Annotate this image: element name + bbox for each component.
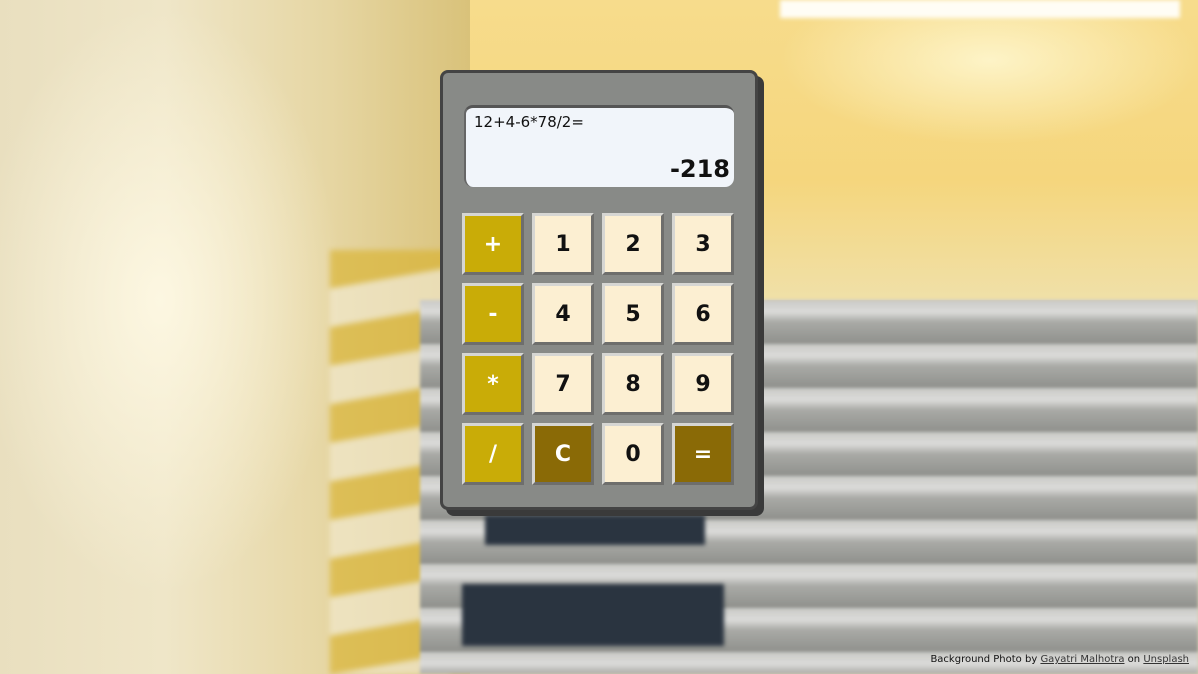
credit-prefix: Background Photo by: [930, 654, 1041, 665]
clear-button[interactable]: C: [532, 423, 594, 485]
equals-button[interactable]: =: [672, 423, 734, 485]
digit-0-button[interactable]: 0: [602, 423, 664, 485]
digit-6-button[interactable]: 6: [672, 283, 734, 345]
background-ceiling-light: [780, 0, 1180, 18]
expression-text: 12+4-6*78/2=: [474, 113, 584, 131]
digit-7-button[interactable]: 7: [532, 353, 594, 415]
divide-button[interactable]: /: [462, 423, 524, 485]
digit-4-button[interactable]: 4: [532, 283, 594, 345]
author-link[interactable]: Gayatri Malhotra: [1040, 654, 1124, 665]
calculator: 12+4-6*78/2= -218 + 1 2 3 - 4 5 6 * 7 8 …: [440, 70, 758, 510]
background-stair-mat: [485, 515, 705, 545]
keypad: + 1 2 3 - 4 5 6 * 7 8 9 / C 0 =: [462, 213, 738, 485]
background-stair-mat: [462, 584, 724, 646]
digit-1-button[interactable]: 1: [532, 213, 594, 275]
unsplash-link[interactable]: Unsplash: [1143, 654, 1189, 665]
credit-middle: on: [1124, 654, 1144, 665]
digit-5-button[interactable]: 5: [602, 283, 664, 345]
digit-8-button[interactable]: 8: [602, 353, 664, 415]
add-button[interactable]: +: [462, 213, 524, 275]
digit-9-button[interactable]: 9: [672, 353, 734, 415]
subtract-button[interactable]: -: [462, 283, 524, 345]
digit-3-button[interactable]: 3: [672, 213, 734, 275]
digit-2-button[interactable]: 2: [602, 213, 664, 275]
result-text: -218: [669, 155, 730, 183]
multiply-button[interactable]: *: [462, 353, 524, 415]
calculator-display: 12+4-6*78/2= -218: [464, 105, 734, 187]
photo-credit: Background Photo by Gayatri Malhotra on …: [930, 654, 1189, 665]
